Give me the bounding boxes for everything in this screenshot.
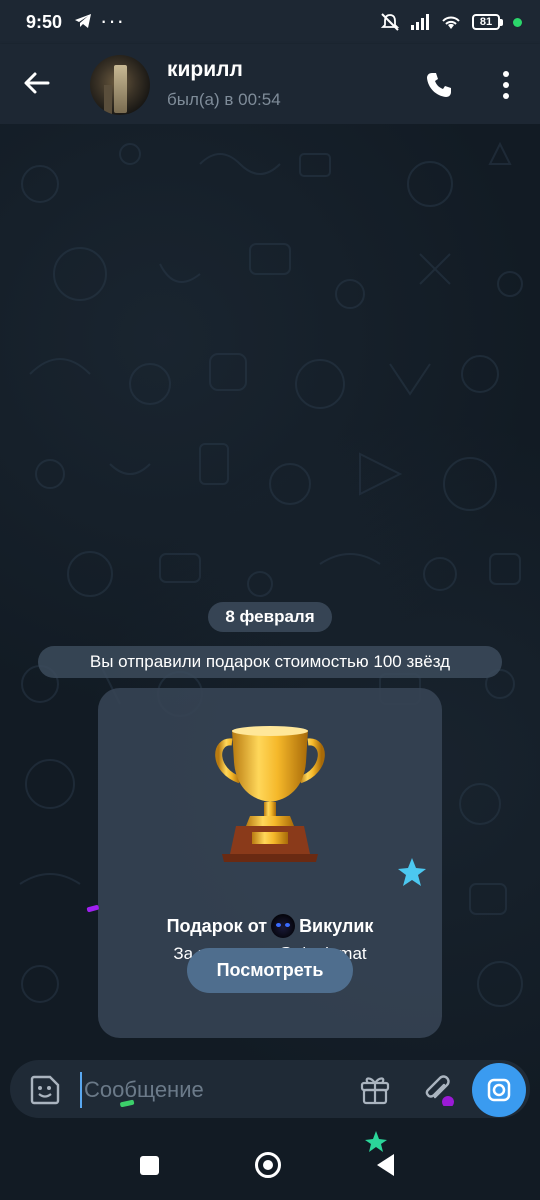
gift-from-label: Подарок от <box>166 915 268 936</box>
chat-header: кирилл был(а) в 00:54 <box>0 44 540 124</box>
mute-icon <box>380 13 400 31</box>
telegram-icon <box>75 14 91 28</box>
confetti-icon <box>120 1099 135 1108</box>
view-gift-button[interactable]: Посмотреть <box>187 948 353 993</box>
last-seen-status: был(а) в 00:54 <box>167 90 281 109</box>
chat-title[interactable]: кирилл <box>167 58 243 82</box>
wifi-icon <box>442 16 460 29</box>
recents-button[interactable] <box>140 1156 159 1175</box>
star-sparkle-icon <box>365 1131 387 1152</box>
camera-indicator-dot <box>513 17 522 27</box>
phone-icon[interactable] <box>424 70 454 100</box>
trophy-icon <box>215 726 325 862</box>
gift-sender-name[interactable]: Викулик <box>299 916 373 937</box>
battery-icon: 81 <box>472 14 503 30</box>
system-nav-bar <box>0 1130 540 1200</box>
sticker-icon[interactable] <box>28 1073 62 1107</box>
gift-from: Подарок от Викулик <box>98 914 442 938</box>
more-vertical-icon[interactable] <box>496 68 516 102</box>
status-time: 9:50 <box>26 12 63 32</box>
sender-avatar <box>271 914 296 938</box>
gift-card[interactable]: Подарок от Викулик За конкурс в @victria… <box>98 688 442 1038</box>
service-message: Вы отправили подарок стоимостью 100 звёз… <box>38 646 502 678</box>
nav-back-icon[interactable] <box>374 1152 398 1178</box>
notification-dots-icon: ··· <box>100 8 125 33</box>
confetti-icon <box>86 904 99 913</box>
camera-button[interactable] <box>472 1063 526 1117</box>
status-icons: 81 <box>380 12 522 32</box>
status-bar: 9:50 ··· 81 <box>0 0 540 44</box>
star-sparkle-icon <box>398 858 426 886</box>
battery-level: 81 <box>472 14 500 30</box>
camera-icon <box>487 1078 511 1102</box>
message-composer <box>10 1060 530 1118</box>
attach-icon[interactable] <box>420 1072 454 1106</box>
date-separator: 8 февраля <box>208 602 332 632</box>
home-button[interactable] <box>255 1152 281 1178</box>
signal-icon <box>411 14 429 30</box>
gift-icon[interactable] <box>358 1072 392 1106</box>
avatar[interactable] <box>90 55 150 115</box>
back-arrow-icon[interactable] <box>22 68 52 98</box>
